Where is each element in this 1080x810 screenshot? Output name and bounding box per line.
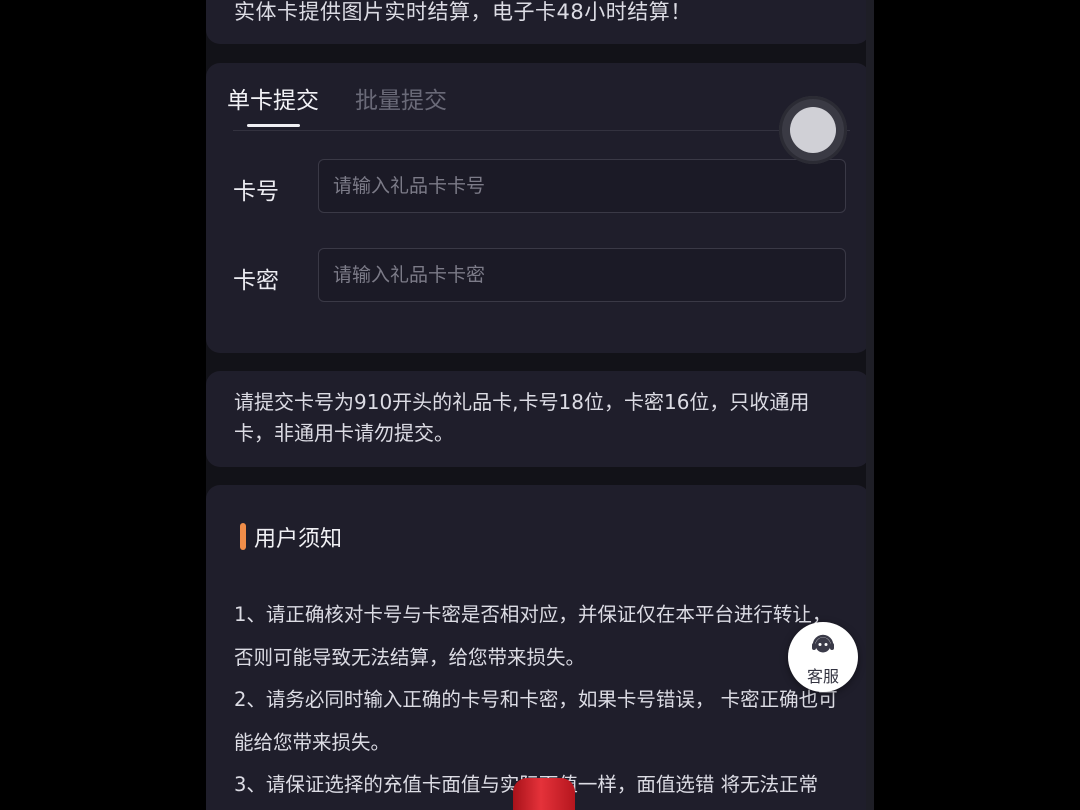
card-password-input[interactable] [318,248,846,302]
card-number-label: 卡号 [233,179,279,205]
user-notice-list: 1、请正确核对卡号与卡密是否相对应，并保证仅在本平台进行转让，否则可能导致无法结… [234,594,846,807]
user-notice-title: 用户须知 [254,527,343,552]
headset-icon [812,634,834,653]
tab-single-submit[interactable]: 单卡提交 [227,81,319,115]
card-number-input[interactable] [318,159,846,213]
phone-edge [866,0,874,810]
active-tab-indicator [247,124,300,127]
customer-service-label: 客服 [806,667,839,686]
submit-requirements-card: 请提交卡号为910开头的礼品卡,卡号18位，卡密16位，只收通用卡，非通用卡请勿… [206,371,870,467]
tab-batch-submit[interactable]: 批量提交 [355,81,447,115]
user-notice-card: 用户须知 1、请正确核对卡号与卡密是否相对应，并保证仅在本平台进行转让，否则可能… [206,485,870,810]
overlay-red-object [513,778,575,810]
settlement-notice-text: 实体卡提供图片实时结算，电子卡48小时结算！ [234,0,692,24]
card-submit-form: 单卡提交 批量提交 卡号 卡密 [206,63,870,353]
assistive-button-dot-icon [790,107,836,153]
settlement-notice-card: 实体卡提供图片实时结算，电子卡48小时结算！ [206,0,870,44]
card-password-label: 卡密 [233,268,279,294]
section-accent-bar [240,523,246,550]
phone-screen: 实体卡提供图片实时结算，电子卡48小时结算！ 单卡提交 批量提交 卡号 卡密 请… [206,0,874,810]
user-notice-item: 2、请务必同时输入正确的卡号和卡密，如果卡号错误， 卡密正确也可能给您带来损失。 [234,688,838,754]
submit-requirements-text: 请提交卡号为910开头的礼品卡,卡号18位，卡密16位，只收通用卡，非通用卡请勿… [234,390,810,445]
floating-assistive-button[interactable] [779,96,847,164]
customer-service-button[interactable]: 客服 [788,622,858,692]
user-notice-item: 1、请正确核对卡号与卡密是否相对应，并保证仅在本平台进行转让，否则可能导致无法结… [234,603,832,669]
tab-divider [233,130,850,131]
